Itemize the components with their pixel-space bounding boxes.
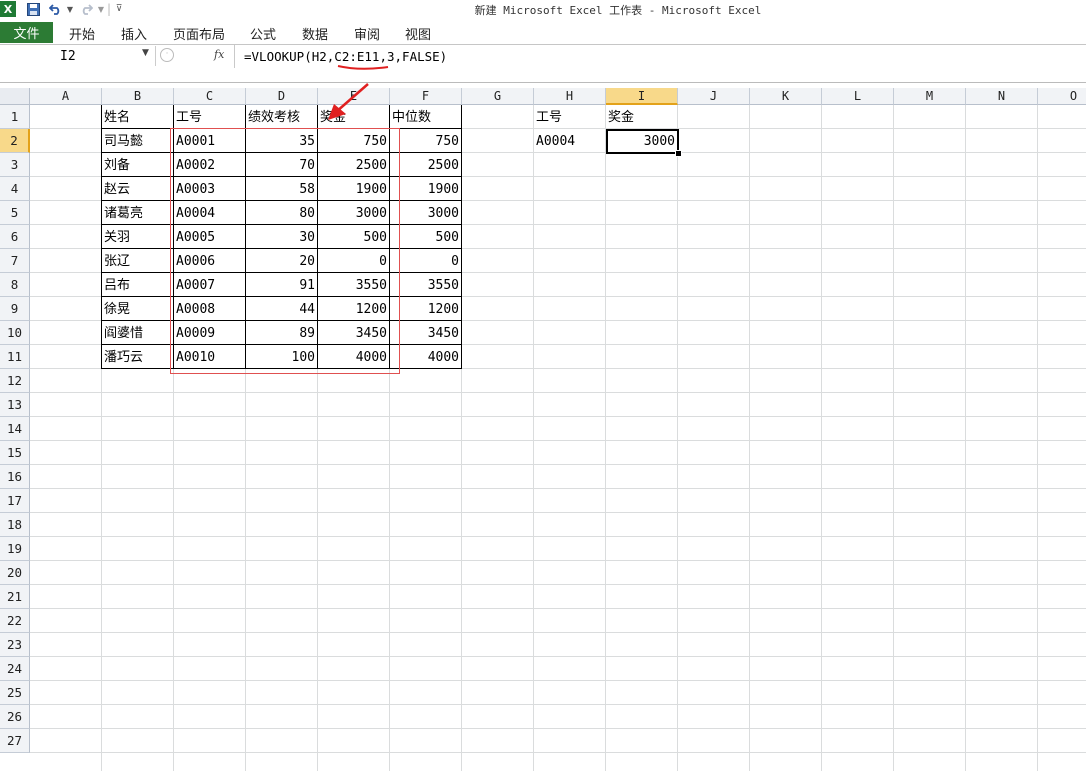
annotation-arrow-line xyxy=(335,83,369,113)
annotation-overlay xyxy=(328,65,389,120)
formula-underline-annotation xyxy=(337,65,389,70)
